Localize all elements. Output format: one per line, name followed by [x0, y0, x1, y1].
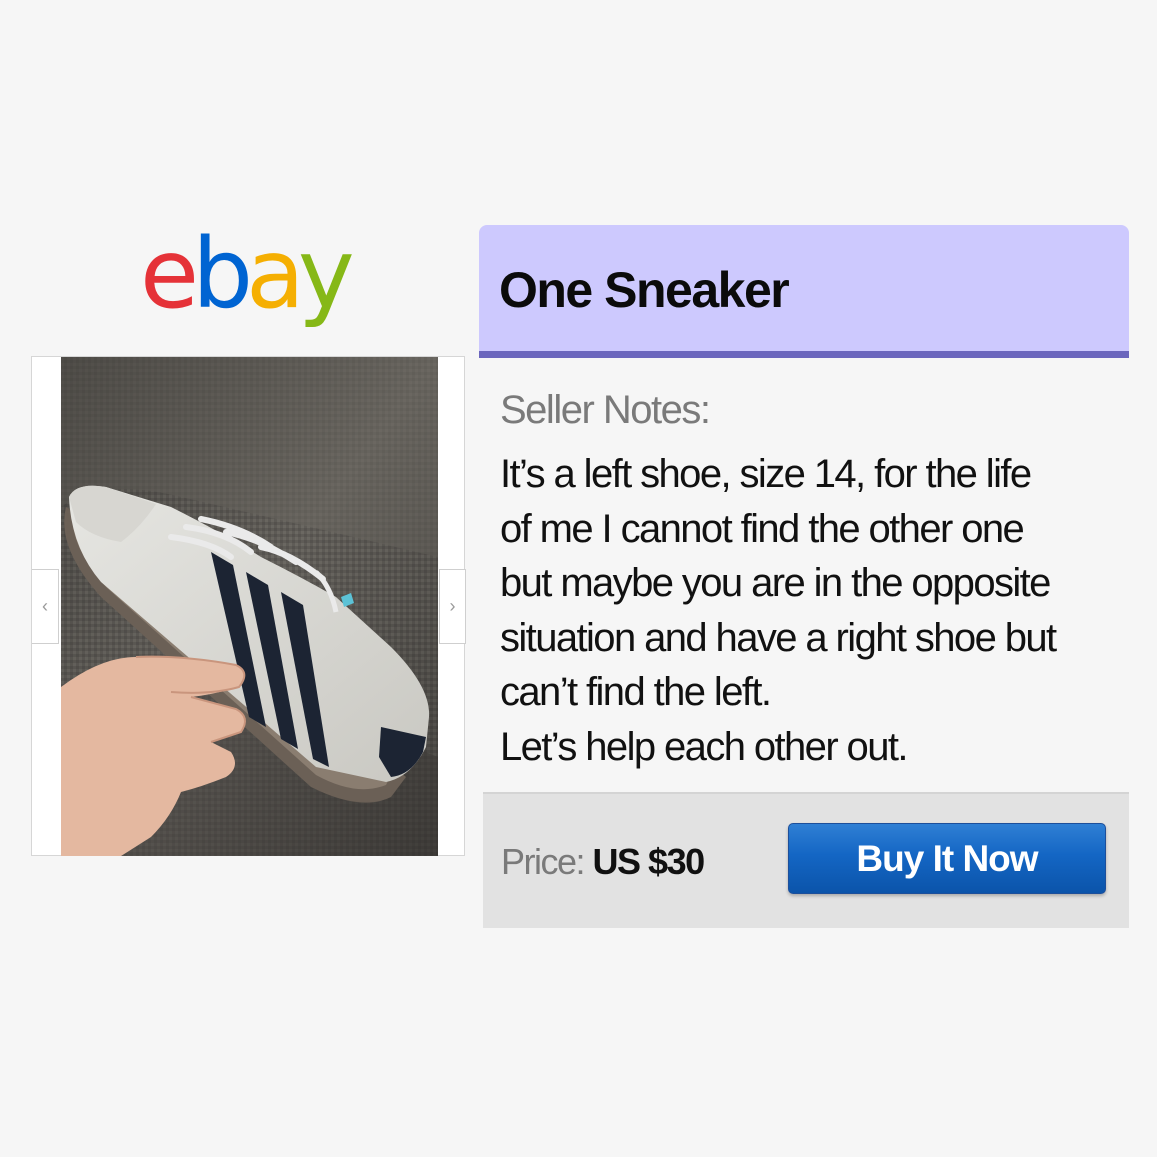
notes-line: Let’s help each other out. — [500, 724, 908, 769]
seller-notes-label: Seller Notes: — [500, 388, 711, 432]
sneaker-photo-image — [61, 357, 438, 856]
product-photo[interactable] — [61, 357, 438, 856]
notes-line: can’t find the left. — [500, 670, 772, 714]
price-label: Price: — [501, 841, 586, 882]
logo-letter-b: b — [192, 218, 253, 330]
gallery-prev-arrow-icon[interactable]: ‹ — [32, 569, 59, 644]
logo-letter-y: y — [297, 218, 355, 330]
logo-letter-a: a — [246, 218, 305, 330]
photo-gallery: ‹ › — [31, 356, 466, 856]
notes-line: situation and have a right shoe but — [500, 615, 1057, 660]
listing-title-bar: One Sneaker — [479, 225, 1129, 358]
price: Price: US $30 — [501, 841, 706, 883]
purchase-bar: Price: US $30 Buy It Now — [483, 792, 1129, 928]
ebay-logo[interactable]: ebay — [140, 218, 355, 330]
buy-it-now-button[interactable]: Buy It Now — [788, 823, 1106, 894]
price-value: US $30 — [592, 841, 706, 882]
notes-line: It’s a left shoe, size 14, for the life — [500, 452, 1032, 496]
listing-page: ebay ‹ › One Sneaker Seller Notes: It’s … — [0, 0, 1157, 1157]
gallery-next-arrow-icon[interactable]: › — [439, 569, 466, 644]
notes-line: of me I cannot find the other one — [500, 506, 1025, 551]
notes-line: but maybe you are in the opposite — [500, 561, 1051, 605]
seller-notes-text: It’s a left shoe, size 14, for the life … — [500, 447, 1130, 774]
logo-letter-e: e — [140, 218, 199, 330]
listing-title: One Sneaker — [499, 262, 790, 318]
